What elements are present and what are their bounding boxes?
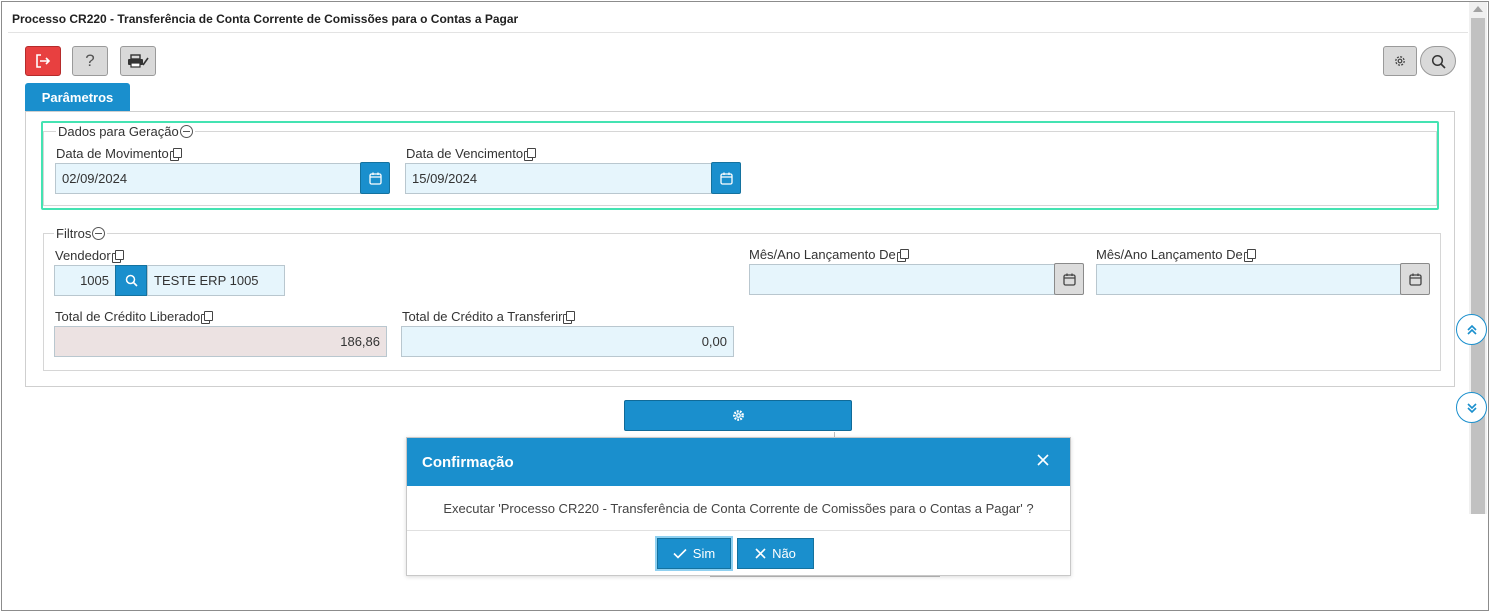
- geracao-legend-text: Dados para Geração: [58, 124, 179, 139]
- double-chevron-up-icon: [1466, 324, 1477, 335]
- data-vencimento-calendar-button[interactable]: [711, 162, 741, 194]
- tab-parametros[interactable]: Parâmetros: [25, 83, 130, 111]
- calendar-icon: [1408, 273, 1422, 286]
- mes-ano-de-1-label-text: Mês/Ano Lançamento De: [749, 247, 896, 262]
- settings-button[interactable]: [1383, 46, 1417, 76]
- total-credito-transferir-input[interactable]: 0,00: [401, 326, 734, 357]
- window-title: Processo CR220 - Transferência de Conta …: [12, 12, 519, 26]
- filtros-legend: Filtros: [54, 226, 108, 241]
- confirm-yes-label: Sim: [692, 546, 716, 561]
- gear-icon: [732, 410, 744, 421]
- copy-icon[interactable]: [1243, 248, 1256, 262]
- data-movimento-input[interactable]: 02/09/2024: [55, 163, 361, 194]
- help-button[interactable]: ?: [72, 46, 108, 76]
- copy-icon[interactable]: [896, 248, 909, 262]
- help-icon: ?: [85, 51, 95, 70]
- scroll-up-arrow-icon[interactable]: [1473, 6, 1483, 12]
- search-button[interactable]: [1420, 46, 1456, 76]
- total-credito-transferir-label-text: Total de Crédito a Transferir: [402, 309, 563, 324]
- title-divider: [8, 32, 1468, 33]
- vendedor-label-text: Vendedor: [55, 248, 111, 263]
- check-icon: [673, 548, 687, 559]
- confirm-no-button[interactable]: Não: [737, 538, 814, 569]
- mes-ano-de-2-label-text: Mês/Ano Lançamento De: [1096, 247, 1243, 262]
- copy-icon[interactable]: [201, 310, 214, 324]
- total-credito-liberado-input: 186,86: [54, 326, 387, 357]
- vendedor-search-button[interactable]: [115, 265, 147, 296]
- filtros-legend-text: Filtros: [56, 226, 92, 241]
- copy-icon[interactable]: [563, 310, 576, 324]
- total-credito-liberado-label-text: Total de Crédito Liberado: [55, 309, 201, 324]
- vendedor-label: Vendedor: [55, 248, 124, 263]
- calendar-icon: [1062, 273, 1076, 286]
- confirm-no-label: Não: [772, 546, 796, 561]
- printer-icon: [128, 54, 149, 68]
- dialog-header: Confirmação: [407, 438, 1070, 486]
- dialog-title: Confirmação: [422, 453, 514, 471]
- double-chevron-down-icon: [1466, 402, 1477, 413]
- gear-icon: [1395, 56, 1405, 66]
- total-credito-liberado-label: Total de Crédito Liberado: [55, 309, 214, 324]
- scroll-to-top-button[interactable]: [1456, 314, 1487, 345]
- collapse-geracao-icon[interactable]: [179, 125, 193, 138]
- mes-ano-de-2-calendar-button[interactable]: [1400, 263, 1430, 295]
- search-icon: [125, 274, 138, 287]
- search-icon: [1431, 54, 1446, 69]
- mes-ano-de-2-label: Mês/Ano Lançamento De: [1096, 247, 1256, 262]
- total-credito-transferir-label: Total de Crédito a Transferir: [402, 309, 576, 324]
- print-button[interactable]: [120, 46, 156, 76]
- close-icon[interactable]: [1036, 453, 1050, 467]
- data-movimento-calendar-button[interactable]: [360, 162, 390, 194]
- mes-ano-de-1-label: Mês/Ano Lançamento De: [749, 247, 909, 262]
- background-divider: [710, 576, 940, 577]
- dialog-divider: [407, 530, 1070, 531]
- copy-icon[interactable]: [111, 249, 124, 263]
- mes-ano-de-2-input[interactable]: [1096, 264, 1401, 295]
- exit-button[interactable]: [25, 46, 61, 76]
- mes-ano-de-1-input[interactable]: [749, 264, 1055, 295]
- mes-ano-de-1-calendar-button[interactable]: [1054, 263, 1084, 295]
- exit-icon: [36, 54, 51, 68]
- copy-icon[interactable]: [169, 147, 182, 161]
- vendedor-code-input[interactable]: 1005: [54, 265, 116, 296]
- data-movimento-label-text: Data de Movimento: [56, 146, 169, 161]
- close-icon: [755, 548, 766, 559]
- confirmation-dialog: Confirmação Executar 'Processo CR220 - T…: [406, 437, 1071, 576]
- execute-process-button[interactable]: [624, 400, 852, 431]
- scrollbar-thumb[interactable]: [1471, 18, 1485, 514]
- copy-icon[interactable]: [524, 147, 537, 161]
- confirm-yes-button[interactable]: Sim: [657, 538, 731, 569]
- data-movimento-label: Data de Movimento: [56, 146, 182, 161]
- data-vencimento-input[interactable]: 15/09/2024: [405, 163, 712, 194]
- calendar-icon: [368, 172, 382, 185]
- data-vencimento-label: Data de Vencimento: [406, 146, 537, 161]
- collapse-filtros-icon[interactable]: [92, 227, 106, 240]
- dialog-message: Executar 'Processo CR220 - Transferência…: [443, 500, 1034, 516]
- vendedor-name-input[interactable]: TESTE ERP 1005: [147, 265, 285, 296]
- scroll-to-bottom-button[interactable]: [1456, 392, 1487, 423]
- data-vencimento-label-text: Data de Vencimento: [406, 146, 524, 161]
- geracao-legend: Dados para Geração: [56, 124, 195, 139]
- calendar-icon: [719, 172, 733, 185]
